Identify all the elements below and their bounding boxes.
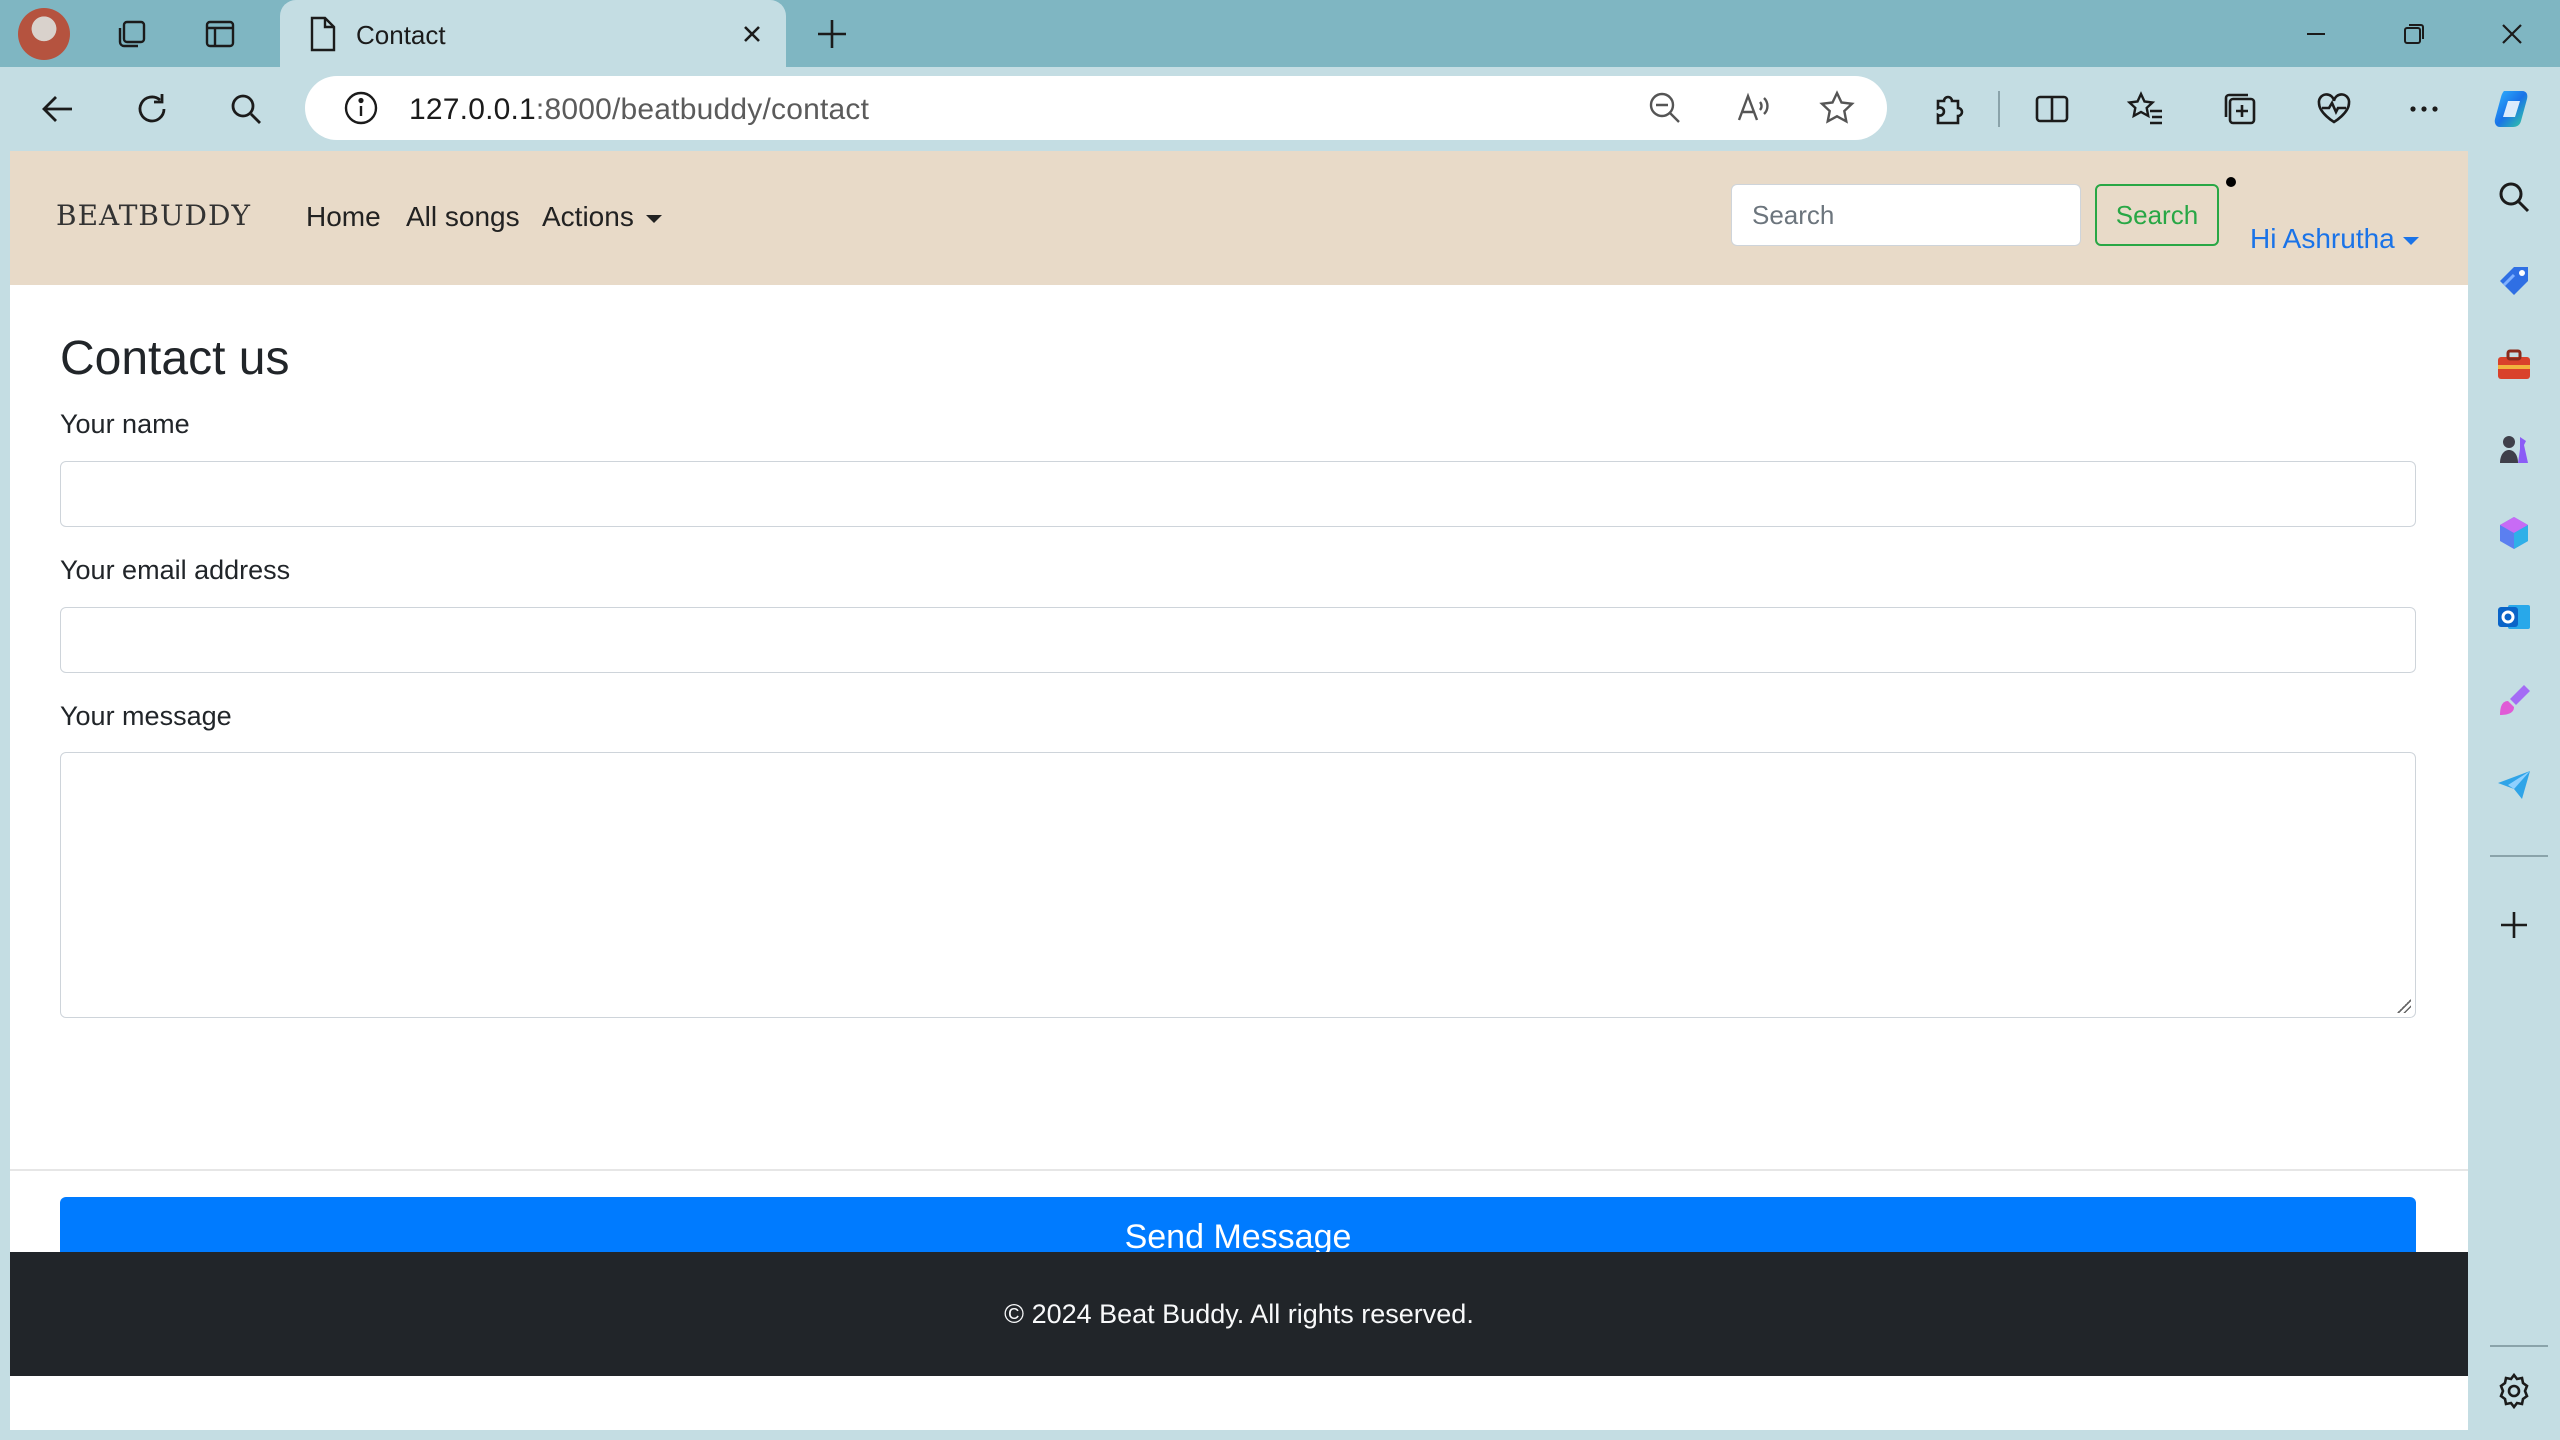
- search-button[interactable]: Search: [2095, 184, 2219, 246]
- send-paper-plane-icon[interactable]: [2490, 761, 2538, 809]
- chevron-down-icon: [2402, 236, 2419, 245]
- profile-avatar[interactable]: [18, 8, 70, 60]
- close-window-icon[interactable]: [2490, 12, 2534, 56]
- actions-label: Actions: [542, 201, 634, 232]
- active-tab[interactable]: Contact: [280, 0, 786, 67]
- content-divider: [10, 1169, 2468, 1171]
- page-title: Contact us: [60, 332, 290, 385]
- back-arrow-icon[interactable]: [34, 85, 82, 133]
- chevron-down-icon: [645, 214, 662, 223]
- search-input[interactable]: [1731, 184, 2081, 246]
- site-footer: © 2024 Beat Buddy. All rights reserved.: [10, 1252, 2468, 1376]
- footer-copyright: © 2024 Beat Buddy. All rights reserved.: [1004, 1298, 1474, 1329]
- resize-handle-icon[interactable]: [2397, 999, 2411, 1013]
- url-host: 127.0.0.1: [409, 93, 536, 126]
- site-navbar: BEATBUDDY Home All songs Actions Search …: [10, 151, 2468, 285]
- favorites-icon[interactable]: [2122, 85, 2170, 133]
- vertical-tabs-icon[interactable]: [198, 12, 242, 56]
- name-label: Your name: [60, 409, 190, 439]
- extensions-icon[interactable]: [1924, 85, 1972, 133]
- notification-dot: [2226, 177, 2236, 187]
- user-greeting: Hi Ashrutha: [2250, 223, 2395, 254]
- email-label: Your email address: [60, 555, 291, 585]
- email-field[interactable]: [60, 607, 2416, 673]
- workspaces-icon[interactable]: [110, 12, 154, 56]
- nav-link-all-songs[interactable]: All songs: [406, 201, 520, 233]
- outlook-icon[interactable]: [2490, 593, 2538, 641]
- nav-dropdown-actions[interactable]: Actions: [542, 201, 662, 233]
- message-label: Your message: [60, 701, 232, 731]
- add-sidebar-app-icon[interactable]: [2490, 901, 2538, 949]
- new-tab-icon[interactable]: [810, 12, 854, 56]
- browser-essentials-icon[interactable]: [2310, 85, 2358, 133]
- sidebar-separator: [2490, 855, 2548, 857]
- nav-link-home[interactable]: Home: [306, 201, 381, 233]
- edge-sidebar: [2468, 151, 2560, 1440]
- address-bar[interactable]: 127.0.0.1:8000/beatbuddy/contact: [305, 76, 1887, 140]
- search-icon[interactable]: [222, 85, 270, 133]
- url-text: 127.0.0.1:8000/beatbuddy/contact: [409, 93, 869, 127]
- split-screen-icon[interactable]: [2028, 85, 2076, 133]
- url-path: :8000/beatbuddy/contact: [535, 93, 870, 126]
- tab-title: Contact: [356, 20, 446, 50]
- settings-gear-icon[interactable]: [2490, 1367, 2538, 1415]
- sidebar-separator: [2490, 1345, 2548, 1347]
- microsoft-365-icon[interactable]: [2490, 509, 2538, 557]
- browser-toolbar: 127.0.0.1:8000/beatbuddy/contact: [0, 67, 2560, 151]
- message-textarea[interactable]: [60, 752, 2416, 1018]
- copilot-icon[interactable]: [2490, 85, 2538, 133]
- collections-icon[interactable]: [2216, 85, 2264, 133]
- brand-logo[interactable]: BEATBUDDY: [56, 199, 251, 232]
- site-info-icon[interactable]: [337, 84, 385, 132]
- designer-icon[interactable]: [2490, 677, 2538, 725]
- page-document-icon: [304, 14, 340, 59]
- games-chess-icon[interactable]: [2490, 425, 2538, 473]
- restore-window-icon[interactable]: [2392, 12, 2436, 56]
- close-tab-icon[interactable]: [732, 14, 772, 59]
- toolbar-separator: [1998, 91, 2000, 127]
- page-viewport: BEATBUDDY Home All songs Actions Search …: [10, 151, 2468, 1430]
- user-menu-dropdown[interactable]: Hi Ashrutha: [2250, 223, 2419, 255]
- favorite-star-icon[interactable]: [1813, 84, 1861, 132]
- read-aloud-icon[interactable]: [1729, 84, 1777, 132]
- minimize-window-icon[interactable]: [2294, 12, 2338, 56]
- tools-briefcase-icon[interactable]: [2490, 341, 2538, 389]
- browser-tab-bar: Contact: [0, 0, 2560, 67]
- zoom-out-icon[interactable]: [1641, 84, 1689, 132]
- shopping-tag-icon[interactable]: [2490, 257, 2538, 305]
- sidebar-search-icon[interactable]: [2490, 173, 2538, 221]
- more-options-icon[interactable]: [2400, 85, 2448, 133]
- name-field[interactable]: [60, 461, 2416, 527]
- refresh-icon[interactable]: [128, 85, 176, 133]
